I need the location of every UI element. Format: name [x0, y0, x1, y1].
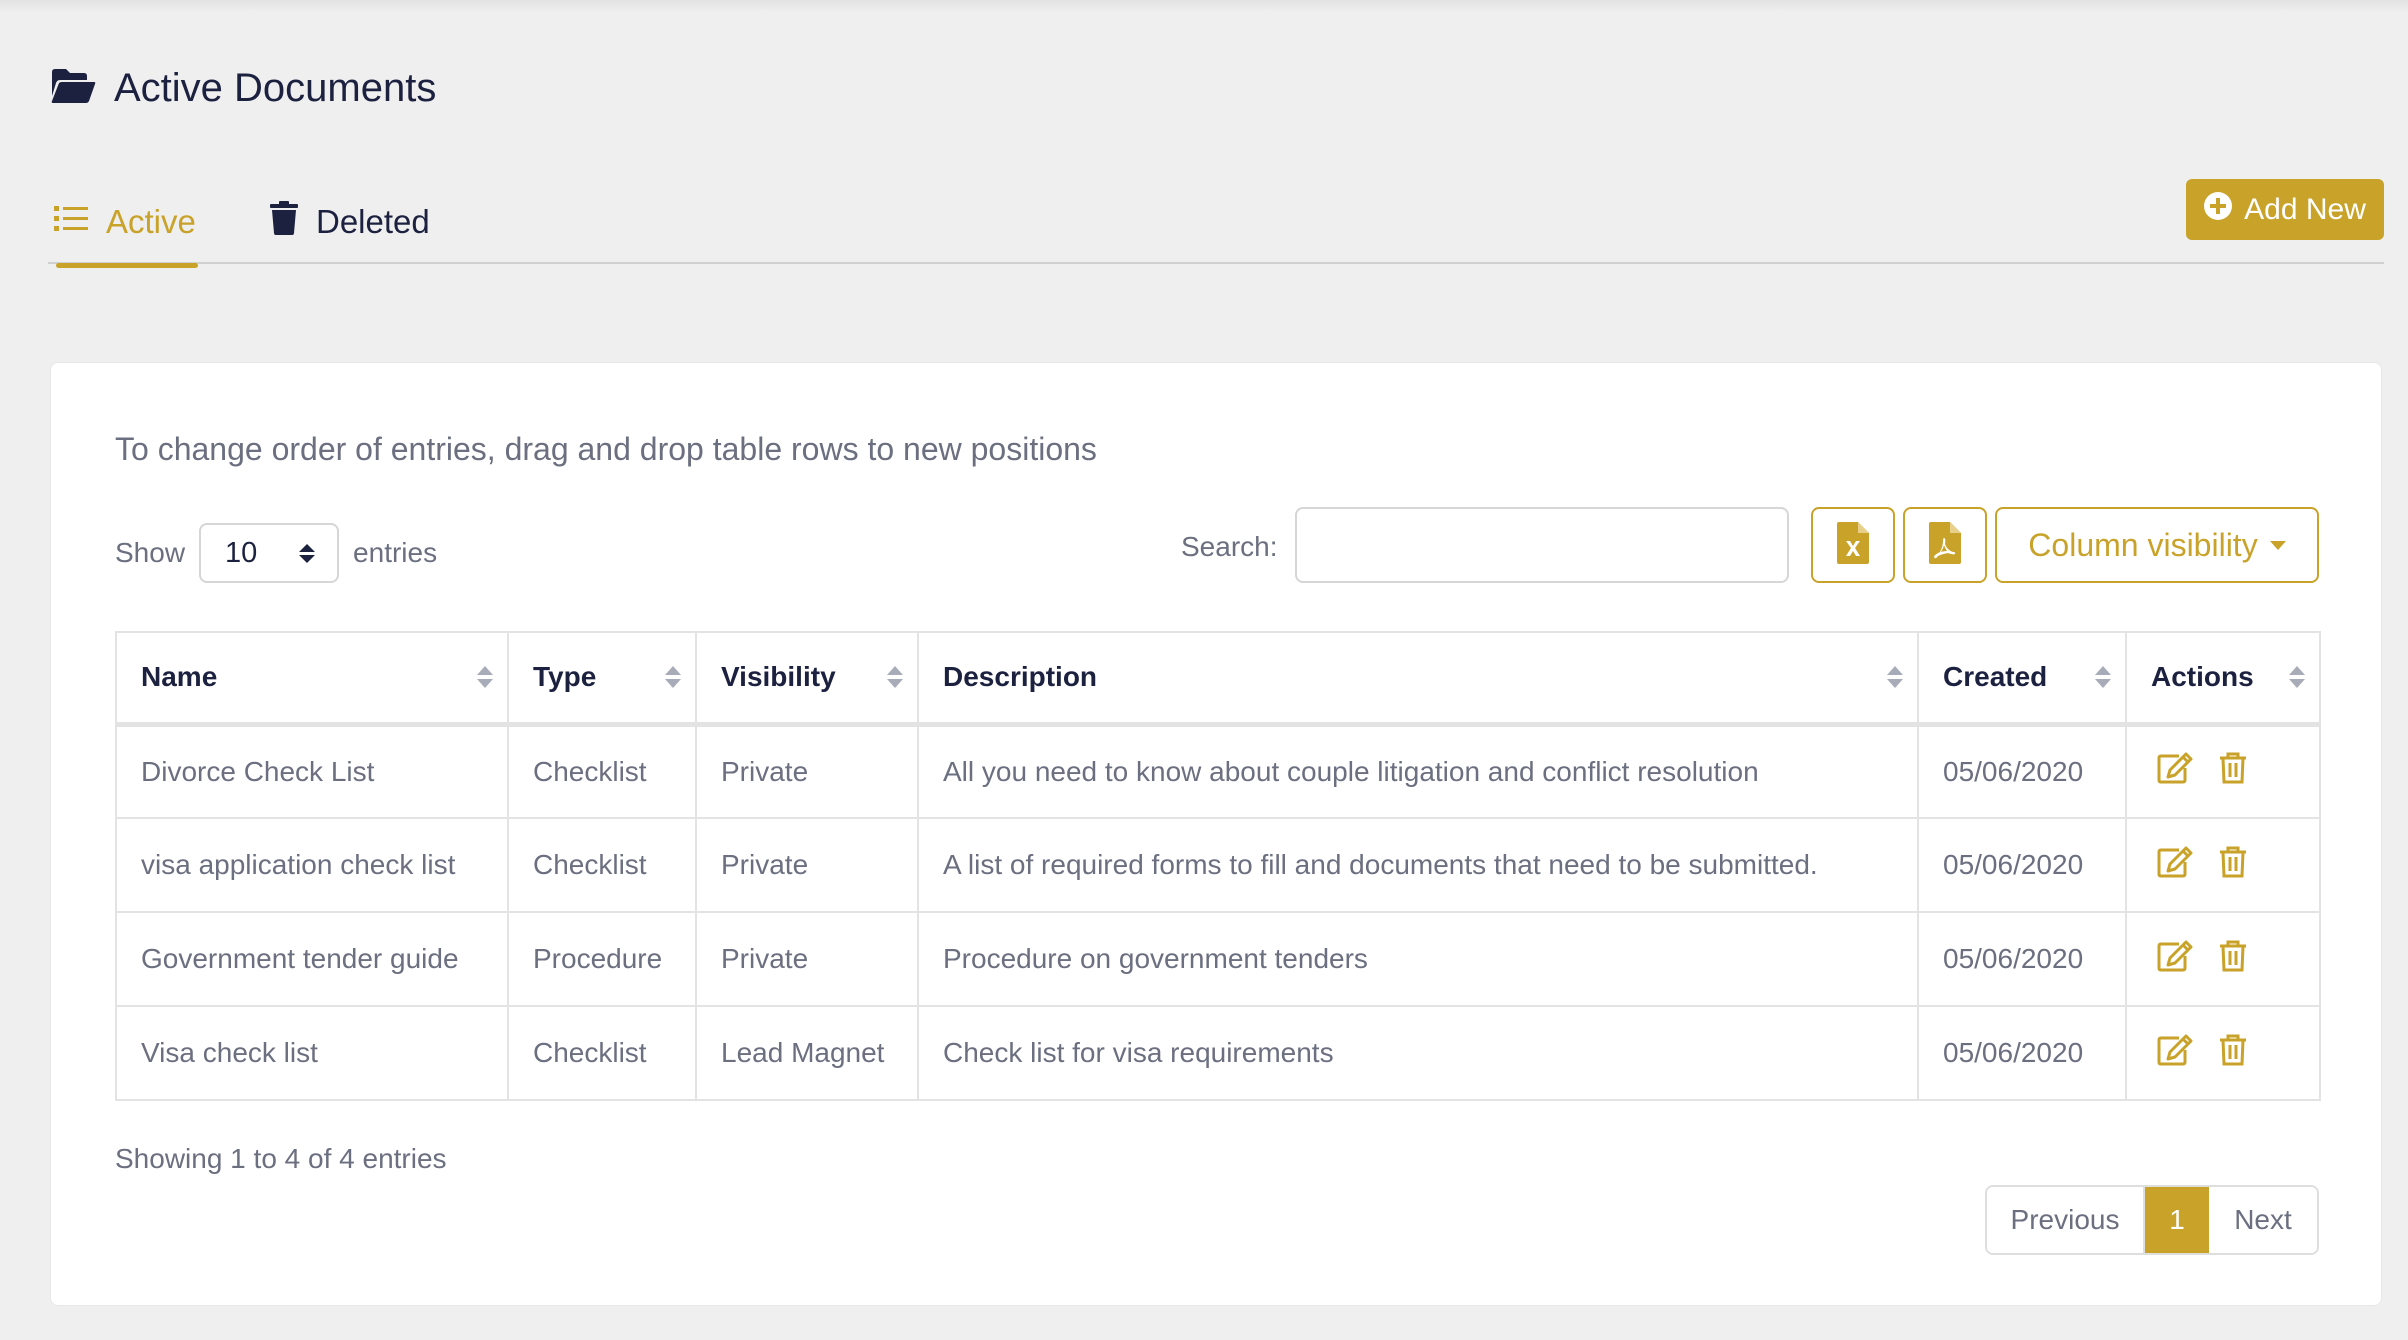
cell-description: Check list for visa requirements: [917, 1005, 1919, 1101]
delete-icon[interactable]: [2219, 846, 2247, 885]
column-visibility-label: Column visibility: [2028, 526, 2258, 563]
cell-name: visa application check list: [115, 817, 509, 913]
cell-visibility: Private: [695, 911, 919, 1007]
select-arrows-icon: [299, 543, 316, 563]
column-header-type[interactable]: Type: [507, 631, 697, 727]
entries-per-page-value: 10: [225, 536, 258, 569]
add-new-button[interactable]: Add New: [2186, 179, 2384, 240]
sort-icon: [477, 666, 493, 689]
delete-icon[interactable]: [2219, 1034, 2247, 1073]
cell-description: Procedure on government tenders: [917, 911, 1919, 1007]
cell-type: Checklist: [507, 723, 697, 819]
cell-description: All you need to know about couple litiga…: [917, 723, 1919, 819]
documents-card: To change order of entries, drag and dro…: [50, 362, 2382, 1306]
cell-visibility: Private: [695, 723, 919, 819]
tab-deleted-label: Deleted: [316, 203, 430, 240]
column-header-visibility[interactable]: Visibility: [695, 631, 919, 727]
cell-actions: [2125, 817, 2321, 913]
table-row[interactable]: Divorce Check List Checklist Private All…: [115, 723, 2321, 819]
trash-icon: [270, 201, 298, 243]
sort-icon: [2289, 666, 2305, 689]
plus-circle-icon: [2204, 191, 2233, 228]
column-header-name[interactable]: Name: [115, 631, 509, 727]
cell-created: 05/06/2020: [1917, 1005, 2127, 1101]
column-header-description[interactable]: Description: [917, 631, 1919, 727]
add-new-label: Add New: [2244, 192, 2366, 226]
cell-type: Checklist: [507, 817, 697, 913]
table-header-row: Name Type Visibility Description Created…: [115, 631, 2321, 727]
cell-name: Visa check list: [115, 1005, 509, 1101]
cell-type: Procedure: [507, 911, 697, 1007]
page-title: Active Documents: [114, 65, 437, 110]
file-pdf-icon: [1929, 521, 1961, 569]
drag-hint: To change order of entries, drag and dro…: [115, 431, 1097, 467]
table-row[interactable]: Visa check list Checklist Lead Magnet Ch…: [115, 1005, 2321, 1101]
pagination-previous[interactable]: Previous: [1987, 1187, 2145, 1253]
entries-length-control: Show 10 entries: [115, 523, 437, 583]
caret-down-icon: [2269, 540, 2286, 550]
cell-created: 05/06/2020: [1917, 817, 2127, 913]
cell-visibility: Lead Magnet: [695, 1005, 919, 1101]
tab-bar: Active Deleted: [48, 180, 2384, 268]
tab-active-label: Active: [106, 203, 196, 240]
cell-created: 05/06/2020: [1917, 723, 2127, 819]
table-row[interactable]: Government tender guide Procedure Privat…: [115, 911, 2321, 1007]
edit-icon[interactable]: [2157, 752, 2193, 791]
pagination-next[interactable]: Next: [2209, 1187, 2317, 1253]
cell-description: A list of required forms to fill and doc…: [917, 817, 1919, 913]
list-icon: [54, 203, 88, 241]
search-label: Search:: [1181, 531, 1278, 562]
tab-deleted[interactable]: Deleted: [270, 180, 430, 264]
top-shadow: [0, 0, 2408, 12]
table-row[interactable]: visa application check list Checklist Pr…: [115, 817, 2321, 913]
sort-icon: [1887, 666, 1903, 689]
cell-type: Checklist: [507, 1005, 697, 1101]
folder-open-icon: [50, 68, 96, 109]
tab-active[interactable]: Active: [54, 180, 198, 268]
cell-visibility: Private: [695, 817, 919, 913]
cell-name: Divorce Check List: [115, 723, 509, 819]
cell-actions: [2125, 911, 2321, 1007]
table-info: Showing 1 to 4 of 4 entries: [115, 1143, 447, 1174]
delete-icon[interactable]: [2219, 752, 2247, 791]
entries-label: entries: [353, 537, 438, 568]
documents-table: Name Type Visibility Description Created…: [115, 631, 2321, 1101]
export-excel-button[interactable]: [1811, 507, 1895, 583]
column-header-actions[interactable]: Actions: [2125, 631, 2321, 727]
column-visibility-button[interactable]: Column visibility: [1995, 507, 2319, 583]
edit-icon[interactable]: [2157, 940, 2193, 979]
sort-icon: [665, 666, 681, 689]
pagination: Previous 1 Next: [1985, 1185, 2319, 1255]
cell-created: 05/06/2020: [1917, 911, 2127, 1007]
edit-icon[interactable]: [2157, 1034, 2193, 1073]
cell-name: Government tender guide: [115, 911, 509, 1007]
export-pdf-button[interactable]: [1903, 507, 1987, 583]
cell-actions: [2125, 723, 2321, 819]
edit-icon[interactable]: [2157, 846, 2193, 885]
cell-actions: [2125, 1005, 2321, 1101]
show-label: Show: [115, 537, 186, 568]
entries-per-page-select[interactable]: 10: [199, 523, 340, 583]
column-header-created[interactable]: Created: [1917, 631, 2127, 727]
pagination-page-1[interactable]: 1: [2145, 1187, 2209, 1253]
delete-icon[interactable]: [2219, 940, 2247, 979]
file-excel-icon: [1837, 521, 1869, 569]
sort-icon: [2095, 666, 2111, 689]
sort-icon: [887, 666, 903, 689]
search-input[interactable]: [1295, 507, 1789, 583]
page-header: Active Documents: [50, 62, 436, 114]
